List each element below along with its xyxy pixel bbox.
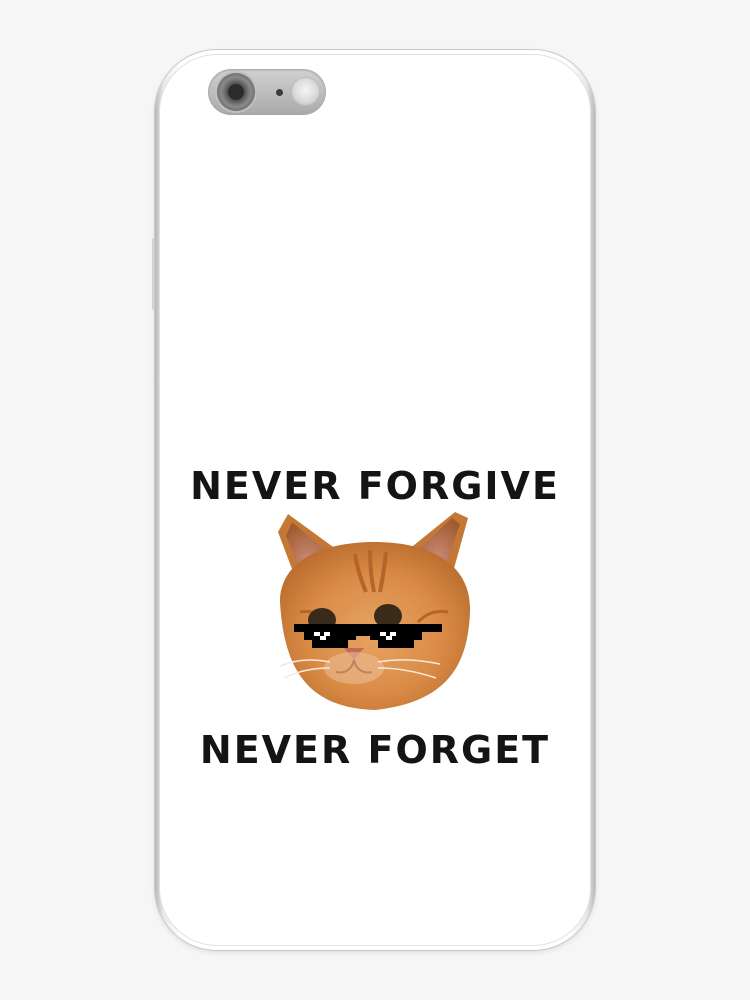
cat-face-icon — [278, 512, 471, 710]
camera-cutout — [208, 69, 326, 115]
flash-icon — [292, 78, 319, 105]
product-preview: NEVER FORGIVE NEVER FORGET — [0, 0, 750, 1000]
headline-top: NEVER FORGIVE — [190, 464, 560, 508]
microphone-icon — [276, 89, 283, 96]
headline-bottom: NEVER FORGET — [199, 728, 551, 772]
phone-case: NEVER FORGIVE NEVER FORGET — [155, 50, 595, 950]
camera-lens-icon — [217, 73, 255, 111]
